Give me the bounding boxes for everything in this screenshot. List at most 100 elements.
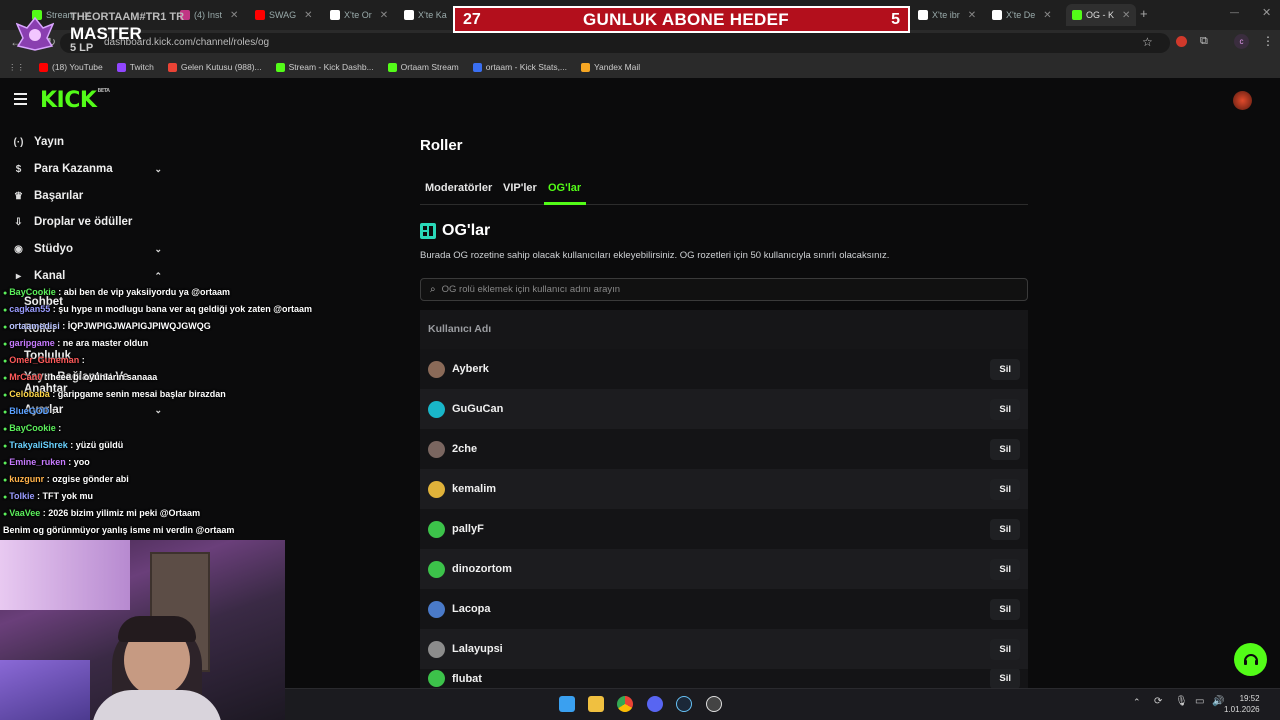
tab-favicon-icon bbox=[330, 10, 340, 20]
tray-chevron-icon[interactable]: ⌃ bbox=[1133, 697, 1141, 708]
remove-og-button[interactable]: Sil bbox=[990, 669, 1020, 688]
sidebar-item-ba-ar-lar[interactable]: ♛ Başarılar bbox=[12, 185, 162, 207]
tab-label: X'te De bbox=[1006, 10, 1036, 20]
remove-og-button[interactable]: Sil bbox=[990, 358, 1020, 380]
tab-ogs[interactable]: OG'lar bbox=[548, 182, 581, 194]
active-tab-indicator bbox=[544, 202, 586, 205]
minimize-icon[interactable]: — bbox=[1230, 7, 1239, 17]
chevron-icon[interactable]: ⌄ bbox=[154, 244, 162, 255]
tab-moderators[interactable]: Moderatörler bbox=[425, 182, 492, 194]
chat-message: ● MrCan0 : heee bi oyunların sanaaa bbox=[3, 372, 157, 382]
remove-og-button[interactable]: Sil bbox=[990, 558, 1020, 580]
bookmark-item[interactable]: Stream - Kick Dashb... bbox=[275, 62, 374, 72]
system-clock[interactable]: 19:52 1.01.2026 bbox=[1224, 693, 1260, 715]
chevron-icon[interactable]: ⌄ bbox=[154, 164, 162, 175]
tab-close-icon[interactable]: ✕ bbox=[380, 10, 388, 21]
sidebar-item-droplar-ve-d-ller[interactable]: ⇩ Droplar ve ödüller bbox=[12, 211, 162, 233]
browser-tab[interactable]: OG - K ✕ bbox=[1066, 4, 1137, 26]
chat-text: şu hype ın modlugu bana ver aq geldiği y… bbox=[58, 304, 313, 314]
streamer-hair bbox=[118, 616, 196, 642]
file-explorer-icon[interactable] bbox=[588, 696, 604, 712]
tab-close-icon[interactable]: ✕ bbox=[968, 10, 976, 21]
support-button[interactable] bbox=[1234, 643, 1267, 676]
bookmark-label: Gelen Kutusu (988)... bbox=[180, 62, 262, 72]
bookmark-item[interactable]: (18) YouTube bbox=[39, 62, 103, 72]
bookmark-favicon-icon bbox=[387, 62, 397, 72]
webcam-feed bbox=[0, 540, 285, 720]
steam-icon[interactable] bbox=[676, 696, 692, 712]
browser-tab[interactable]: SWAG ✕ bbox=[255, 4, 313, 26]
bookmark-item[interactable]: Yandex Mail bbox=[581, 62, 640, 72]
chevron-icon[interactable]: ⌄ bbox=[154, 405, 162, 416]
remove-og-button[interactable]: Sil bbox=[990, 478, 1020, 500]
chat-text: garipgame senin mesai başlar birazdan bbox=[57, 389, 226, 399]
sidebar-item-yay-n[interactable]: (·) Yayın bbox=[12, 131, 162, 153]
chat-separator: : bbox=[79, 355, 85, 365]
chat-text: İQPJWPIGJWAPIGJPIWQJGWQG bbox=[67, 321, 211, 331]
bookmark-label: Stream - Kick Dashb... bbox=[288, 62, 374, 72]
table-row: Lalayupsi Sil bbox=[420, 629, 1028, 669]
search-icon: ⌕ bbox=[430, 284, 436, 295]
tab-favicon-icon bbox=[992, 10, 1002, 20]
bookmark-favicon-icon bbox=[581, 62, 591, 72]
chat-text: 2026 bizim yilimiz mi peki @Ortaam bbox=[48, 508, 201, 518]
page-title: Roller bbox=[420, 137, 463, 154]
bookmark-item[interactable]: Ortaam Stream bbox=[387, 62, 459, 72]
chat-message: ● BayCookie : bbox=[3, 423, 61, 433]
chat-message: ● Omer_Guneman : bbox=[3, 355, 85, 365]
address-bar[interactable]: dashboard.kick.com/channel/roles/og bbox=[60, 33, 1170, 53]
chat-message: Benim og görünmüyor yanlış isme mi verdi… bbox=[3, 525, 234, 535]
tray-app-icon[interactable]: ⟳ bbox=[1154, 696, 1162, 707]
chat-text: yoo bbox=[73, 457, 90, 467]
user-avatar[interactable] bbox=[1233, 91, 1252, 110]
table-row: 2che Sil bbox=[420, 429, 1028, 469]
sidebar-item-para-kazanma[interactable]: $ Para Kazanma ⌄ bbox=[12, 158, 162, 180]
discord-icon[interactable] bbox=[647, 696, 663, 712]
tab-close-icon[interactable]: ✕ bbox=[304, 10, 312, 21]
bookmark-star-icon[interactable]: ☆ bbox=[1142, 35, 1153, 49]
sidebar-item-st-dyo[interactable]: ◉ Stüdyo ⌄ bbox=[12, 238, 162, 260]
sidebar-item-kanal[interactable]: ▸ Kanal ⌃ bbox=[12, 265, 162, 287]
bookmark-item[interactable]: Twitch bbox=[116, 62, 154, 72]
remove-og-button[interactable]: Sil bbox=[990, 638, 1020, 660]
remove-og-button[interactable]: Sil bbox=[990, 438, 1020, 460]
bookmark-item[interactable]: Gelen Kutusu (988)... bbox=[167, 62, 262, 72]
og-section-title: OG'lar bbox=[442, 222, 491, 239]
chrome-icon[interactable] bbox=[617, 696, 633, 712]
microphone-icon[interactable]: 🎙 bbox=[1175, 696, 1188, 707]
og-badge-icon bbox=[420, 223, 436, 239]
extension-icon[interactable] bbox=[1176, 36, 1187, 47]
new-tab-icon[interactable]: + bbox=[1140, 6, 1148, 21]
profile-avatar[interactable]: c bbox=[1234, 34, 1249, 49]
chat-separator: : bbox=[54, 338, 63, 348]
browser-tab[interactable]: X'te Or ✕ bbox=[330, 4, 388, 26]
close-window-icon[interactable]: ✕ bbox=[1262, 6, 1271, 19]
tab-vips[interactable]: VIP'ler bbox=[503, 182, 537, 194]
tab-close-icon[interactable]: ✕ bbox=[1043, 10, 1051, 21]
tab-favicon-icon bbox=[255, 10, 265, 20]
volume-icon[interactable]: 🔊 bbox=[1212, 696, 1224, 707]
browser-tab[interactable]: X'te De ✕ bbox=[992, 4, 1052, 26]
browser-menu-icon[interactable]: ⋮ bbox=[1262, 34, 1274, 48]
username: pallyF bbox=[452, 523, 484, 535]
remove-og-button[interactable]: Sil bbox=[990, 598, 1020, 620]
chat-username: VaaVee bbox=[9, 508, 41, 518]
apps-grid-icon[interactable]: ⋮⋮ bbox=[8, 62, 25, 73]
start-menu-icon[interactable] bbox=[559, 696, 575, 712]
monitor-icon[interactable]: ▭ bbox=[1195, 696, 1204, 707]
bookmark-favicon-icon bbox=[167, 62, 177, 72]
chevron-icon[interactable]: ⌃ bbox=[154, 271, 162, 282]
remove-og-button[interactable]: Sil bbox=[990, 398, 1020, 420]
og-description: Burada OG rozetine sahip olacak kullanıc… bbox=[420, 250, 890, 261]
extensions-puzzle-icon[interactable]: ⧉ bbox=[1200, 35, 1208, 48]
og-user-search-input[interactable]: ⌕ OG rolü eklemek için kullanıcı adını a… bbox=[420, 278, 1028, 301]
tab-close-icon[interactable]: ✕ bbox=[1122, 10, 1130, 21]
browser-tab[interactable]: X'te ibr ✕ bbox=[918, 4, 976, 26]
bookmark-item[interactable]: ortaam - Kick Stats,... bbox=[472, 62, 567, 72]
kick-logo[interactable]: KICKBETA bbox=[40, 88, 110, 113]
obs-icon[interactable] bbox=[706, 696, 722, 712]
username: Lalayupsi bbox=[452, 643, 503, 655]
tab-close-icon[interactable]: ✕ bbox=[230, 10, 238, 21]
hamburger-menu-icon[interactable] bbox=[14, 93, 27, 105]
remove-og-button[interactable]: Sil bbox=[990, 518, 1020, 540]
